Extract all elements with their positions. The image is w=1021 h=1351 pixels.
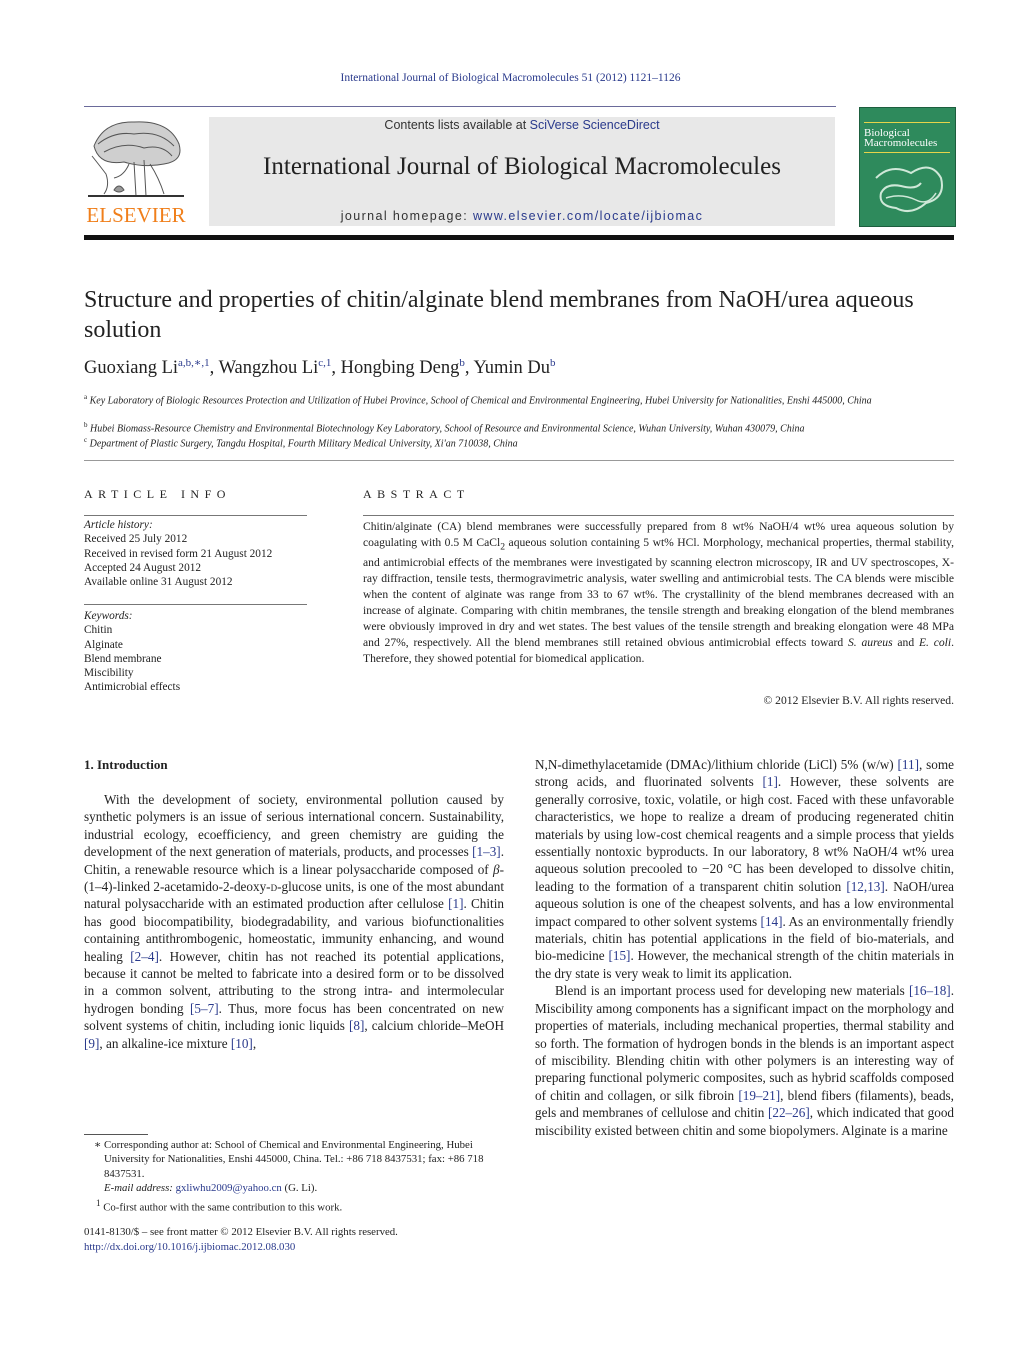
article-title: Structure and properties of chitin/algin… <box>84 287 914 343</box>
affiliation-mark: b <box>84 421 88 429</box>
citation-link[interactable]: [1] <box>763 774 778 789</box>
author-affiliation-marks[interactable]: c,1 <box>318 357 331 369</box>
front-matter: 0141-8130/$ – see front matter © 2012 El… <box>84 1225 514 1255</box>
citation-link[interactable]: [22–26] <box>768 1105 810 1120</box>
footnotes: ∗ Corresponding author at: School of Che… <box>84 1138 514 1215</box>
sciencedirect-link[interactable]: SciVerse ScienceDirect <box>530 118 660 132</box>
article-info-heading: ARTICLE INFO <box>84 487 231 501</box>
keyword: Miscibility <box>84 667 134 680</box>
affiliation-mark: a <box>84 393 88 401</box>
cover-rule <box>864 122 950 123</box>
citation-link[interactable]: [12,13] <box>846 879 884 894</box>
divider <box>84 515 307 516</box>
body-column-right: N,N-dimethylacetamide (DMAc)/lithium chl… <box>535 756 954 1139</box>
keyword: Alginate <box>84 638 123 651</box>
paragraph: N,N-dimethylacetamide (DMAc)/lithium chl… <box>535 757 955 981</box>
affiliation-mark: c <box>84 436 88 444</box>
paragraph: With the development of society, environ… <box>84 792 505 1051</box>
elsevier-logo[interactable]: ELSEVIER <box>84 116 188 228</box>
author-name[interactable]: Wangzhou Li <box>219 358 319 378</box>
journal-banner: Contents lists available at SciVerse Sci… <box>209 117 835 226</box>
citation-link[interactable]: [5–7] <box>190 1001 219 1016</box>
article-history: Article history: Received 25 July 2012 R… <box>84 518 272 589</box>
journal-homepage-link[interactable]: www.elsevier.com/locate/ijbiomac <box>473 209 703 223</box>
divider <box>363 515 954 516</box>
cover-title-line2: Macromolecules <box>864 137 938 149</box>
cover-rule <box>864 152 950 153</box>
doi-link[interactable]: http://dx.doi.org/10.1016/j.ijbiomac.201… <box>84 1241 295 1253</box>
author-name[interactable]: Hongbing Deng <box>341 358 460 378</box>
citation-link[interactable]: [16–18] <box>909 983 951 998</box>
header-rule <box>84 235 954 240</box>
citation-link[interactable]: [8] <box>349 1018 364 1033</box>
homepage-prefix: journal homepage: <box>340 209 473 223</box>
contents-line: Contents lists available at SciVerse Sci… <box>209 118 835 132</box>
keyword: Blend membrane <box>84 652 162 665</box>
issn-line: 0141-8130/$ – see front matter © 2012 El… <box>84 1226 398 1238</box>
corresponding-author-note: ∗ Corresponding author at: School of Che… <box>94 1139 484 1180</box>
history-item: Accepted 24 August 2012 <box>84 561 202 574</box>
abstract-text: Chitin/alginate (CA) blend membranes wer… <box>363 520 954 665</box>
author-name[interactable]: Yumin Du <box>473 358 550 378</box>
footnote-rule <box>84 1134 148 1135</box>
email-note: E-mail address: gxliwhu2009@yahoo.cn (G.… <box>104 1182 318 1195</box>
elsevier-wordmark: ELSEVIER <box>86 203 186 227</box>
cofirst-note: 1 Co-first author with the same contribu… <box>96 1197 343 1214</box>
paragraph: Blend is an important process used for d… <box>535 983 955 1138</box>
abstract-heading: ABSTRACT <box>363 487 470 501</box>
citation-link[interactable]: [9] <box>84 1036 99 1051</box>
author-name[interactable]: Guoxiang Li <box>84 358 178 378</box>
protein-structure-icon <box>875 166 943 213</box>
contents-prefix: Contents lists available at <box>384 118 530 132</box>
section-heading-introduction: 1. Introduction <box>84 757 168 772</box>
homepage-line: journal homepage: www.elsevier.com/locat… <box>209 209 835 223</box>
author-affiliation-marks[interactable]: a,b,∗,1 <box>178 357 210 369</box>
author-affiliation-marks[interactable]: b <box>459 357 465 369</box>
email-link[interactable]: gxliwhu2009@yahoo.cn <box>176 1182 282 1194</box>
copyright-notice: © 2012 Elsevier B.V. All rights reserved… <box>763 694 954 707</box>
citation-link[interactable]: [1–3] <box>472 844 501 859</box>
citation-link[interactable]: [19–21] <box>738 1088 780 1103</box>
citation-link[interactable]: [10] <box>231 1036 253 1051</box>
tree-icon <box>88 121 184 197</box>
journal-title: International Journal of Biological Macr… <box>263 153 781 180</box>
citation-link[interactable]: [15] <box>608 948 630 963</box>
history-item: Received in revised form 21 August 2012 <box>84 547 273 560</box>
author-list: Guoxiang Lia,b,∗,1, Wangzhou Lic,1, Hong… <box>84 357 556 378</box>
citation-link[interactable]: [1] <box>448 896 463 911</box>
affiliation: a Key Laboratory of Biologic Resources P… <box>84 390 954 408</box>
top-rule <box>84 106 836 107</box>
history-item: Available online 31 August 2012 <box>84 576 233 589</box>
divider <box>84 604 307 605</box>
affiliation: c Department of Plastic Surgery, Tangdu … <box>84 433 954 451</box>
citation-link[interactable]: [2–4] <box>130 949 159 964</box>
affiliation-text: Key Laboratory of Biologic Resources Pro… <box>89 395 872 407</box>
keyword: Chitin <box>84 624 113 637</box>
citation-link[interactable]: [14] <box>761 914 783 929</box>
body-column-left: With the development of society, environ… <box>84 791 504 1052</box>
running-head[interactable]: International Journal of Biological Macr… <box>0 72 1021 84</box>
history-label: Article history: <box>84 519 153 531</box>
author-affiliation-marks[interactable]: b <box>550 357 556 369</box>
journal-cover-image[interactable]: Biological Macromolecules <box>859 107 956 227</box>
history-item: Received 25 July 2012 <box>84 533 188 546</box>
keyword: Antimicrobial effects <box>84 681 181 694</box>
keywords-label: Keywords: <box>84 610 133 622</box>
divider <box>84 460 954 461</box>
affiliation-text: Department of Plastic Surgery, Tangdu Ho… <box>89 438 518 450</box>
cover-title: Biological Macromolecules <box>864 128 938 149</box>
keywords: Keywords: Chitin Alginate Blend membrane… <box>84 609 180 695</box>
citation-link[interactable]: [11] <box>898 757 919 772</box>
